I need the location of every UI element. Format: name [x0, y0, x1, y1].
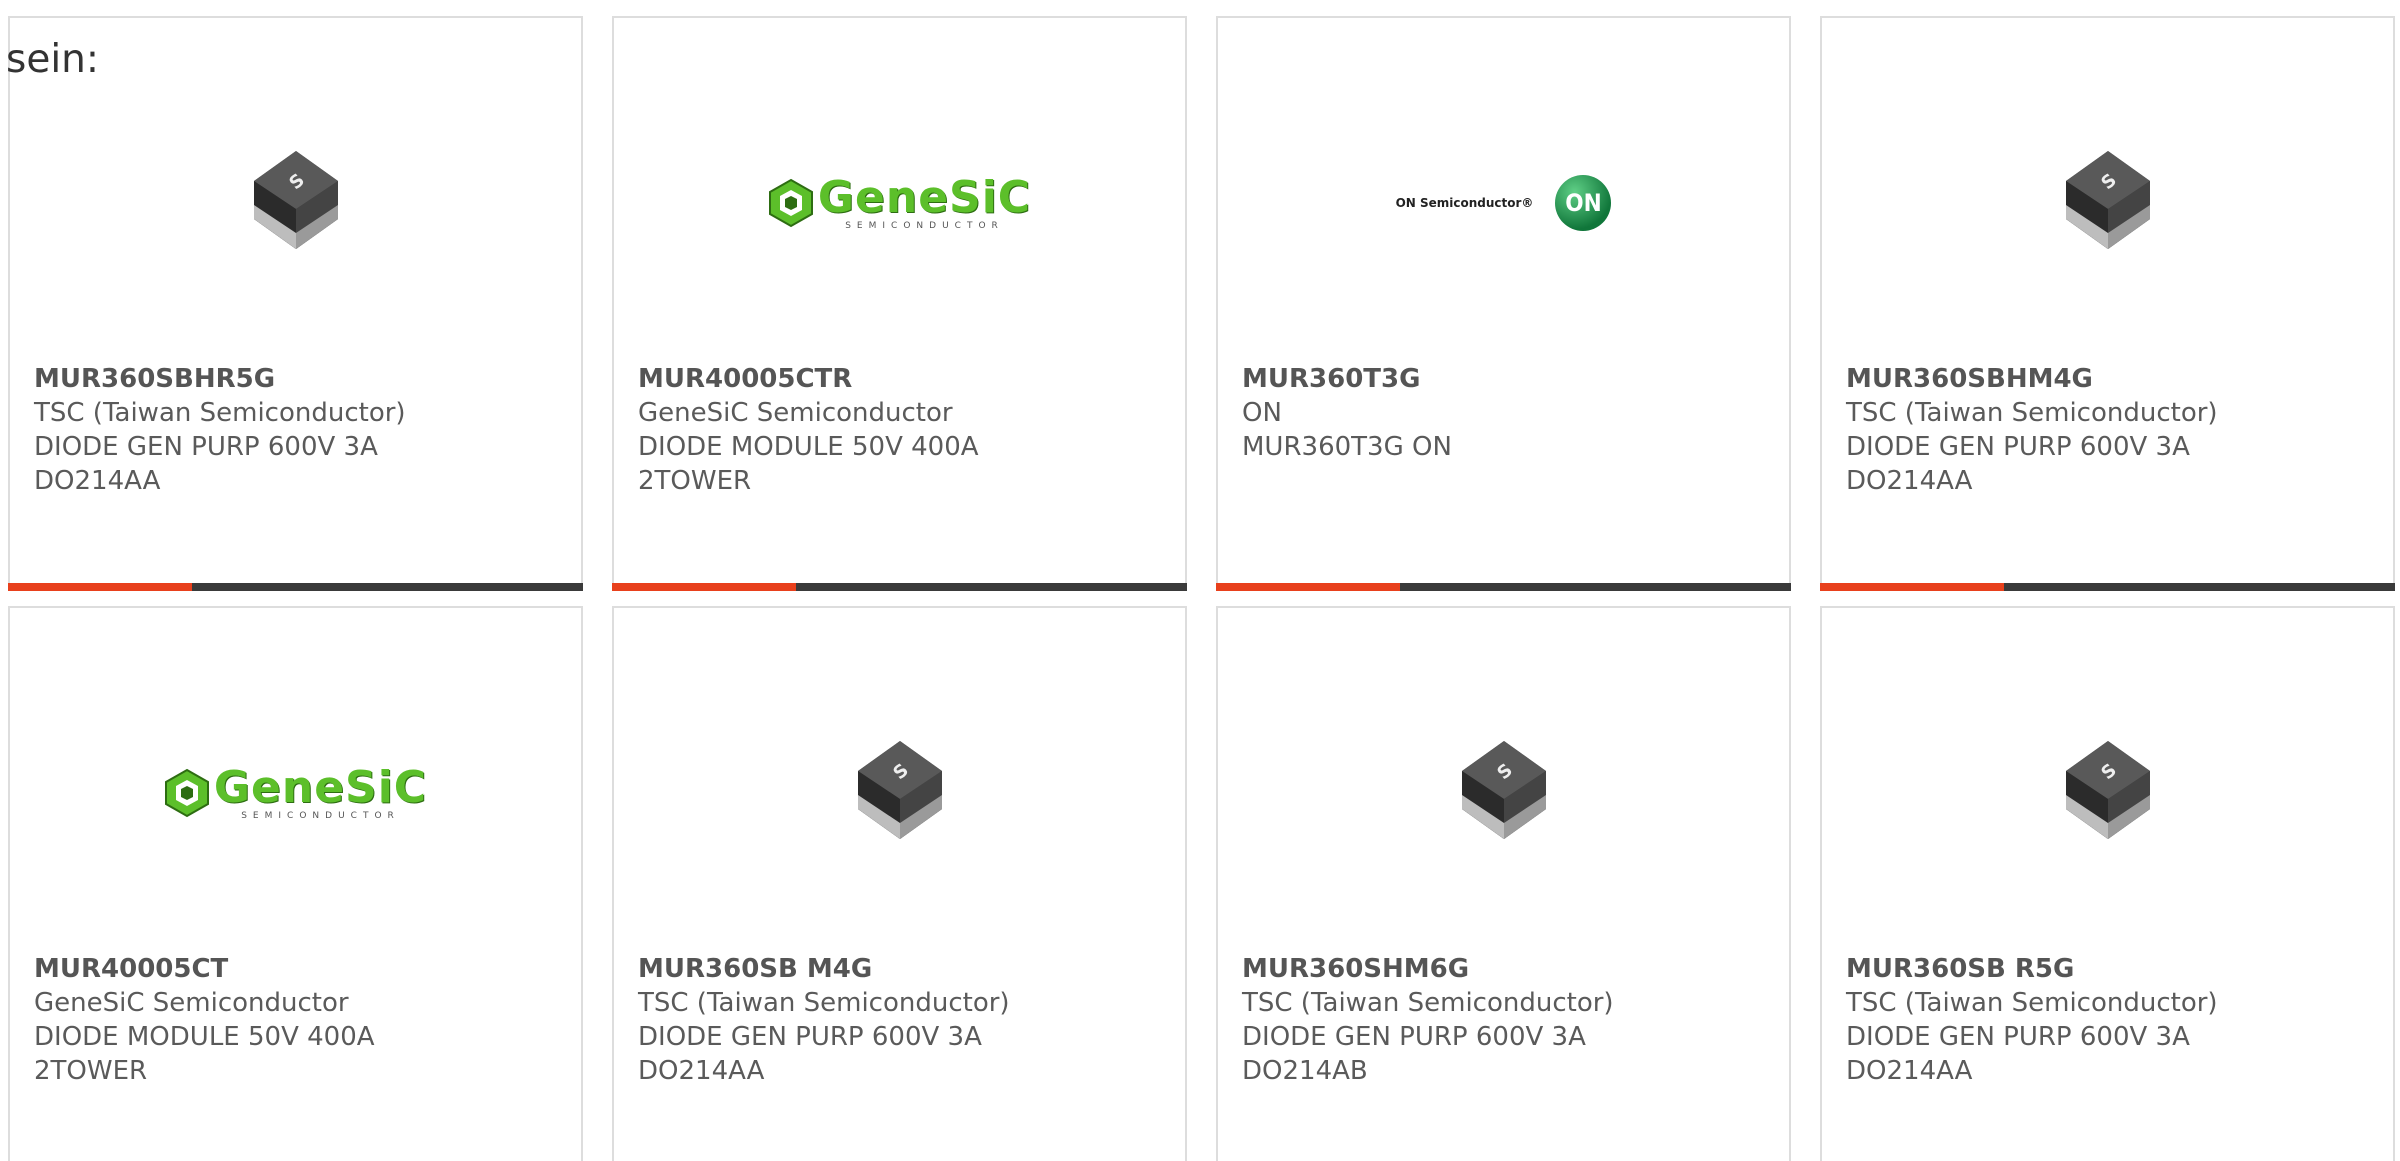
package: DO214AA: [34, 466, 161, 496]
product-info: MUR360SHM6G TSC (Taiwan Semiconductor) D…: [1242, 952, 1769, 1088]
card-accent-bar: [1820, 583, 2004, 591]
product-info: MUR40005CT GeneSiC Semiconductor DIODE M…: [34, 952, 561, 1088]
product-card[interactable]: S MUR360SBHR5G TSC (Taiwan Semiconductor…: [8, 16, 583, 591]
product-image[interactable]: S: [1822, 648, 2393, 938]
part-number[interactable]: MUR360T3G: [1242, 362, 1769, 396]
diode-package-icon: S: [2065, 151, 2150, 249]
product-image[interactable]: S: [1822, 58, 2393, 348]
product-grid-page: sein: S MUR360SBHR5G TSC (Taiwan Semicon…: [0, 0, 2400, 1161]
product-image[interactable]: S: [1218, 648, 1789, 938]
part-number[interactable]: MUR360SBHR5G: [34, 362, 561, 396]
product-card[interactable]: S MUR360SB M4G TSC (Taiwan Semiconductor…: [612, 606, 1187, 1161]
genesic-logo: GeneSiC SEMICONDUCTOR: [164, 761, 428, 821]
package: 2TOWER: [638, 466, 752, 496]
product-card[interactable]: GeneSiC SEMICONDUCTOR MUR40005CT GeneSiC…: [8, 606, 583, 1161]
description: DIODE GEN PURP 600V 3A: [1846, 432, 2190, 462]
manufacturer: ON: [1242, 398, 1282, 428]
package: 2TOWER: [34, 1056, 148, 1086]
part-number[interactable]: MUR40005CT: [34, 952, 561, 986]
card-bottom-bar: [1216, 583, 1791, 591]
card-accent-bar: [8, 583, 192, 591]
product-info: MUR40005CTR GeneSiC Semiconductor DIODE …: [638, 362, 1165, 498]
genesic-logo: GeneSiC SEMICONDUCTOR: [768, 171, 1032, 231]
description: MUR360T3G ON: [1242, 432, 1452, 462]
manufacturer: GeneSiC Semiconductor: [34, 988, 349, 1018]
product-info: MUR360T3G ON MUR360T3G ON: [1242, 362, 1769, 464]
product-info: MUR360SBHR5G TSC (Taiwan Semiconductor) …: [34, 362, 561, 498]
card-bottom-bar: [612, 583, 1187, 591]
card-accent-bar: [1216, 583, 1400, 591]
package: DO214AB: [1242, 1056, 1368, 1086]
product-image[interactable]: S: [614, 648, 1185, 938]
card-accent-bar: [612, 583, 796, 591]
product-image[interactable]: GeneSiC SEMICONDUCTOR: [614, 58, 1185, 348]
intro-text: sein:: [6, 37, 100, 82]
product-card[interactable]: S MUR360SBHM4G TSC (Taiwan Semiconductor…: [1820, 16, 2395, 591]
part-number[interactable]: MUR40005CTR: [638, 362, 1165, 396]
product-info: MUR360SBHM4G TSC (Taiwan Semiconductor) …: [1846, 362, 2373, 498]
product-info: MUR360SB M4G TSC (Taiwan Semiconductor) …: [638, 952, 1165, 1088]
manufacturer: TSC (Taiwan Semiconductor): [1242, 988, 1614, 1018]
genesic-logo-sub: SEMICONDUCTOR: [845, 220, 1004, 231]
manufacturer: GeneSiC Semiconductor: [638, 398, 953, 428]
on-badge-icon: ON: [1555, 175, 1612, 231]
genesic-logo-name: GeneSiC: [213, 761, 428, 813]
genesic-logo-name: GeneSiC: [817, 171, 1032, 223]
diode-package-icon: S: [253, 151, 338, 249]
on-semiconductor-wordmark: ON Semiconductor®: [1395, 196, 1534, 210]
genesic-hexagon-icon: [164, 768, 209, 818]
genesic-hexagon-icon: [768, 178, 813, 228]
description: DIODE MODULE 50V 400A: [34, 1022, 375, 1052]
product-card[interactable]: S MUR360SHM6G TSC (Taiwan Semiconductor)…: [1216, 606, 1791, 1161]
diode-package-icon: S: [2065, 741, 2150, 839]
manufacturer: TSC (Taiwan Semiconductor): [1846, 398, 2218, 428]
part-number[interactable]: MUR360SHM6G: [1242, 952, 1769, 986]
part-number[interactable]: MUR360SB R5G: [1846, 952, 2373, 986]
product-card[interactable]: ON Semiconductor® ON MUR360T3G ON MUR360…: [1216, 16, 1791, 591]
diode-package-icon: S: [857, 741, 942, 839]
diode-package-icon: S: [1461, 741, 1546, 839]
part-number[interactable]: MUR360SB M4G: [638, 952, 1165, 986]
product-image[interactable]: ON Semiconductor® ON: [1218, 58, 1789, 348]
package: DO214AA: [638, 1056, 765, 1086]
product-image[interactable]: GeneSiC SEMICONDUCTOR: [10, 648, 581, 938]
on-semiconductor-logo: ON Semiconductor® ON: [1396, 175, 1612, 231]
product-image[interactable]: S: [10, 58, 581, 348]
description: DIODE GEN PURP 600V 3A: [638, 1022, 982, 1052]
part-number[interactable]: MUR360SBHM4G: [1846, 362, 2373, 396]
package: DO214AA: [1846, 466, 1973, 496]
card-bottom-bar: [1820, 583, 2395, 591]
genesic-logo-sub: SEMICONDUCTOR: [241, 810, 400, 821]
description: DIODE GEN PURP 600V 3A: [1242, 1022, 1586, 1052]
description: DIODE MODULE 50V 400A: [638, 432, 979, 462]
card-bottom-bar: [8, 583, 583, 591]
product-card[interactable]: GeneSiC SEMICONDUCTOR MUR40005CTR GeneSi…: [612, 16, 1187, 591]
manufacturer: TSC (Taiwan Semiconductor): [638, 988, 1010, 1018]
product-card[interactable]: S MUR360SB R5G TSC (Taiwan Semiconductor…: [1820, 606, 2395, 1161]
manufacturer: TSC (Taiwan Semiconductor): [1846, 988, 2218, 1018]
package: DO214AA: [1846, 1056, 1973, 1086]
product-info: MUR360SB R5G TSC (Taiwan Semiconductor) …: [1846, 952, 2373, 1088]
description: DIODE GEN PURP 600V 3A: [1846, 1022, 2190, 1052]
manufacturer: TSC (Taiwan Semiconductor): [34, 398, 406, 428]
description: DIODE GEN PURP 600V 3A: [34, 432, 378, 462]
